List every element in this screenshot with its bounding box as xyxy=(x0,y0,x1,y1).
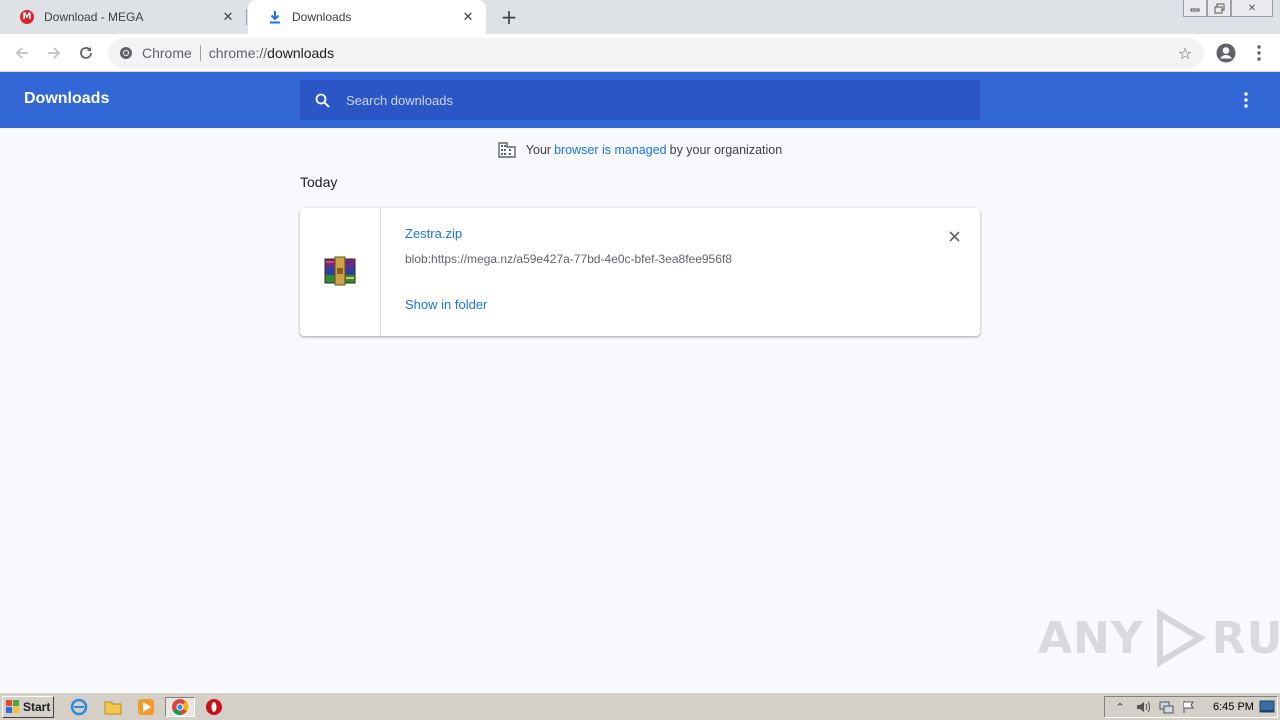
close-icon[interactable]: ✕ xyxy=(220,9,236,25)
file-icon-column xyxy=(300,208,381,336)
url-scheme: chrome:// xyxy=(208,45,268,61)
close-icon[interactable]: ✕ xyxy=(460,9,476,25)
chrome-icon xyxy=(118,45,134,61)
search-box[interactable] xyxy=(300,80,980,120)
window-close-button[interactable]: ✕ xyxy=(1231,0,1273,17)
tab-title: Download - MEGA xyxy=(44,10,144,24)
reload-button[interactable] xyxy=(73,40,99,66)
managed-suffix: by your organization xyxy=(669,143,783,157)
building-icon xyxy=(498,142,516,158)
forward-button[interactable] xyxy=(41,40,67,66)
opera-icon[interactable] xyxy=(203,697,225,717)
watermark-left: ANY xyxy=(1038,612,1144,664)
browser-toolbar: Chrome chrome://downloads ☆ xyxy=(0,34,1280,72)
chrome-taskbar-icon[interactable] xyxy=(165,697,195,717)
show-hidden-icons-icon[interactable]: ⌃ xyxy=(1111,699,1129,715)
download-item: Zestra.zip blob:https://mega.nz/a59e427a… xyxy=(300,208,980,336)
page-title: Downloads xyxy=(24,90,110,107)
clock[interactable]: 6:45 PM xyxy=(1213,701,1254,713)
search-icon xyxy=(314,92,330,108)
file-explorer-icon[interactable] xyxy=(102,697,124,717)
omnibox-divider xyxy=(199,45,201,61)
tab-mega[interactable]: M Download - MEGA ✕ xyxy=(0,0,246,34)
tab-divider xyxy=(246,9,247,25)
bookmark-star-icon[interactable]: ☆ xyxy=(1174,42,1196,64)
system-tray: ⌃ 6:45 PM xyxy=(1104,696,1278,718)
window-controls: ✕ xyxy=(1183,0,1273,18)
address-bar[interactable]: Chrome chrome://downloads xyxy=(108,38,1204,68)
more-actions-icon[interactable] xyxy=(1236,90,1256,110)
show-in-folder-link[interactable]: Show in folder xyxy=(405,297,487,312)
new-tab-button[interactable]: + xyxy=(498,5,520,29)
search-input[interactable] xyxy=(346,92,946,108)
back-button[interactable] xyxy=(9,40,35,66)
downloads-header: Downloads xyxy=(0,72,1280,128)
network-icon[interactable] xyxy=(1157,699,1175,715)
tab-strip: M Download - MEGA ✕ Downloads ✕ + ✕ xyxy=(0,0,1280,34)
internet-explorer-icon[interactable] xyxy=(68,697,90,717)
show-desktop-icon[interactable] xyxy=(1259,700,1275,714)
watermark-right: RUN xyxy=(1211,612,1280,664)
url-host: downloads xyxy=(267,45,335,61)
tab-downloads[interactable]: Downloads ✕ xyxy=(248,0,486,34)
file-name-link[interactable]: Zestra.zip xyxy=(405,226,462,241)
managed-prefix: Your xyxy=(525,143,552,157)
tab-title: Downloads xyxy=(292,10,352,24)
windows-flag-icon xyxy=(6,700,19,713)
chrome-menu-icon[interactable] xyxy=(1248,41,1270,65)
download-icon xyxy=(268,10,282,24)
remove-download-close-icon[interactable] xyxy=(944,226,964,246)
date-heading: Today xyxy=(300,174,338,190)
minimize-button[interactable] xyxy=(1183,0,1207,17)
back-arrow-icon xyxy=(15,47,28,59)
start-label: Start xyxy=(23,700,51,714)
winrar-archive-icon xyxy=(323,255,357,290)
mega-icon: M xyxy=(20,10,34,24)
anyrun-watermark: ANY RUN xyxy=(1038,608,1280,668)
play-logo-icon xyxy=(1156,608,1206,668)
forward-arrow-icon xyxy=(48,47,61,59)
file-source-url: blob:https://mega.nz/a59e427a-77bd-4e0c-… xyxy=(405,252,732,266)
restore-button[interactable] xyxy=(1207,0,1231,17)
reload-icon xyxy=(80,47,92,59)
managed-notice: Your browser is managed by your organiza… xyxy=(0,140,1280,160)
profile-avatar-icon[interactable] xyxy=(1214,41,1238,65)
start-button[interactable]: Start xyxy=(2,696,54,718)
volume-icon[interactable] xyxy=(1134,699,1152,715)
windows-taskbar: Start ⌃ 6:45 PM xyxy=(0,692,1280,720)
site-name: Chrome xyxy=(142,45,192,61)
media-player-icon[interactable] xyxy=(135,697,157,717)
managed-link[interactable]: browser is managed xyxy=(554,143,667,157)
action-center-flag-icon[interactable] xyxy=(1180,699,1198,715)
